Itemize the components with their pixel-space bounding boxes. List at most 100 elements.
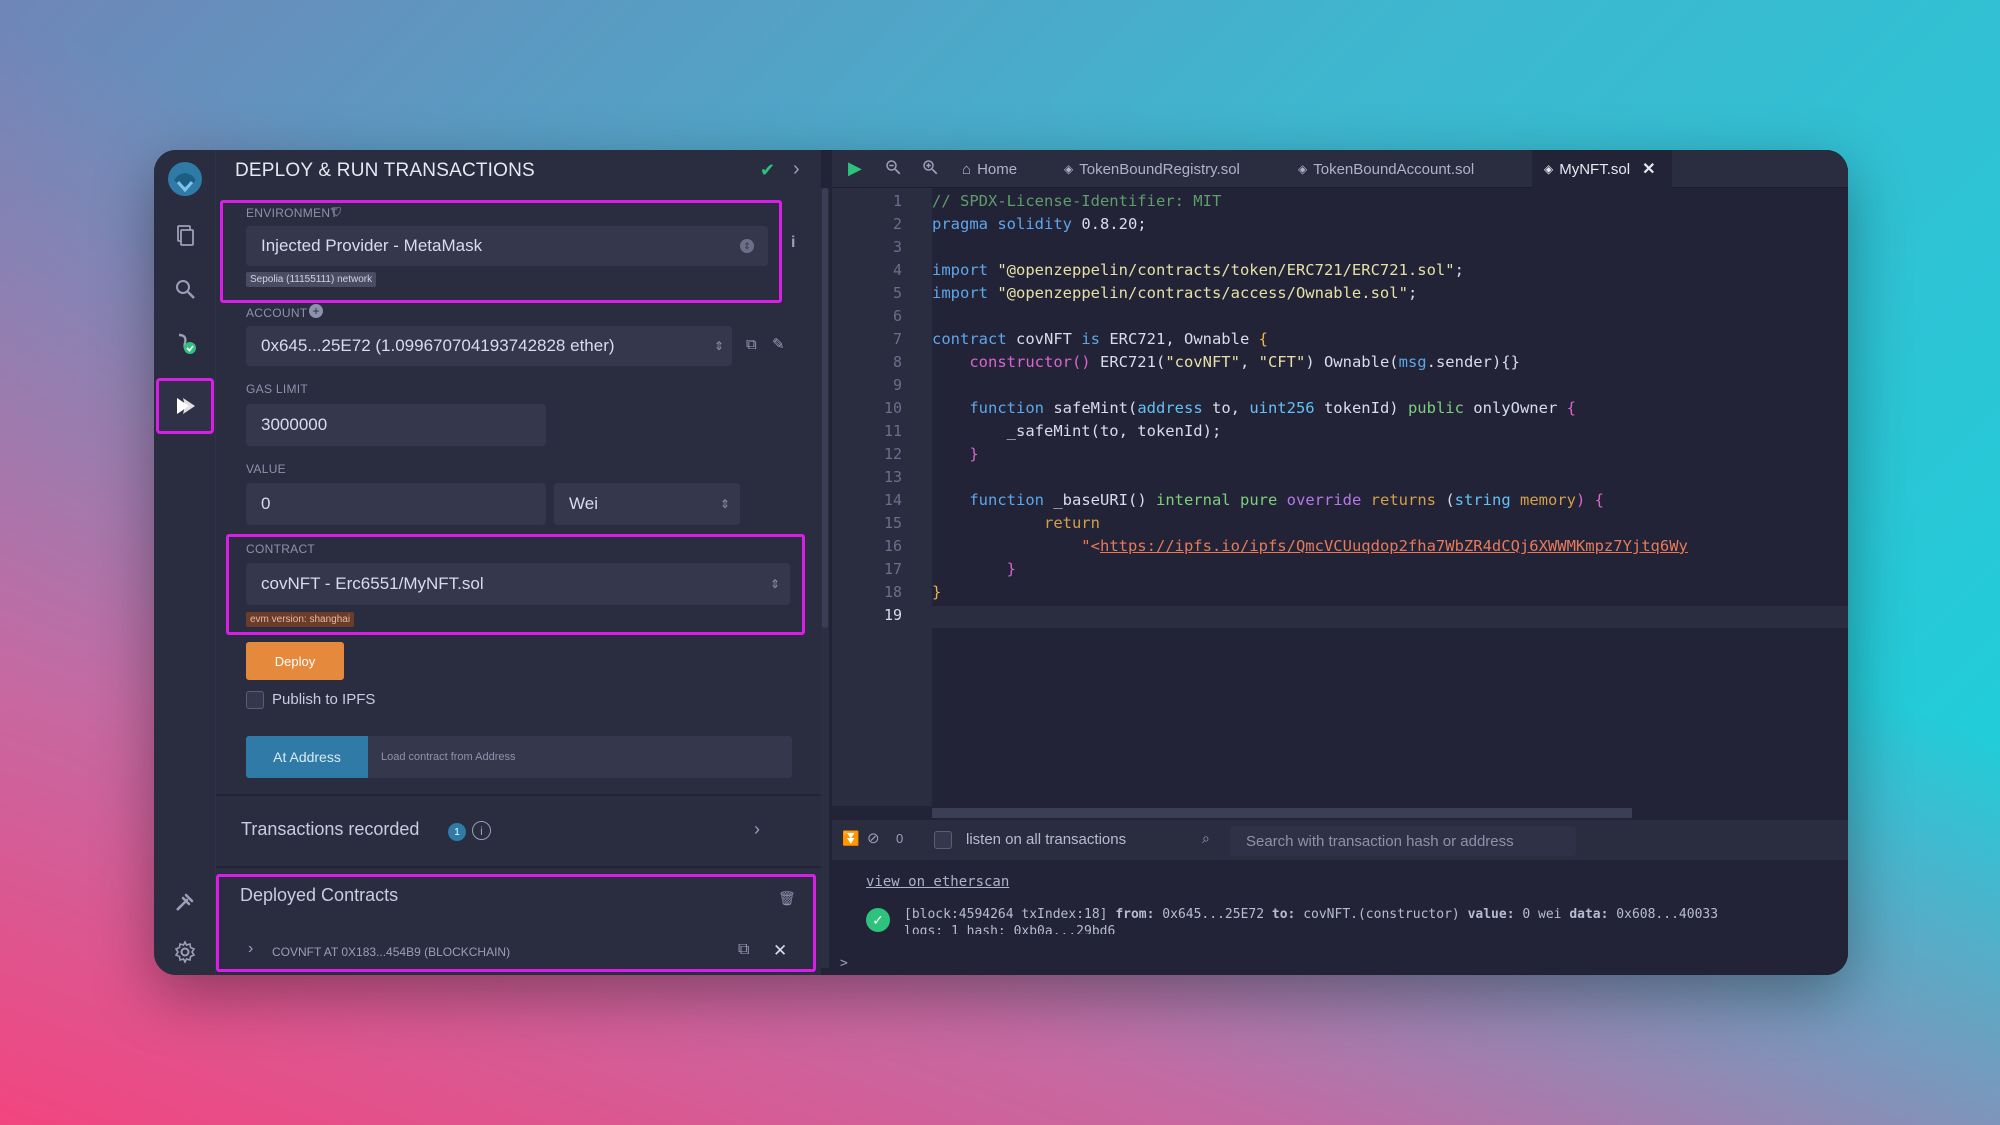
line-number: 5 xyxy=(892,284,902,302)
copy-icon[interactable]: ⧉ xyxy=(746,336,757,353)
line-number-gutter: 1 2 3 4 5 6 7 8 9 10 11 12 13 14 15 16 1… xyxy=(832,188,932,806)
panel-scrollbar[interactable] xyxy=(821,188,829,968)
evm-version-badge: evm version: shanghai xyxy=(246,612,355,627)
divider xyxy=(216,794,821,796)
listen-all-checkbox[interactable] xyxy=(934,831,952,849)
value-unit-value: Wei xyxy=(569,494,598,513)
panel-title: DEPLOY & RUN TRANSACTIONS xyxy=(235,160,535,181)
settings-gear-icon[interactable] xyxy=(168,935,202,969)
environment-value: Injected Provider - MetaMask xyxy=(261,236,483,255)
chevron-right-icon[interactable]: › xyxy=(754,819,760,840)
editor-tabs: ▶ ⌂ Home ◈ TokenBoundRegistry.sol ◈ Toke… xyxy=(832,150,1848,188)
home-icon: ⌂ xyxy=(962,160,972,178)
copy-icon[interactable]: ⧉ xyxy=(738,941,749,959)
line-number: 16 xyxy=(883,537,902,555)
line-number: 8 xyxy=(892,353,902,371)
solidity-file-icon: ◈ xyxy=(1064,162,1074,176)
line-number: 7 xyxy=(892,330,902,348)
line-number: 14 xyxy=(883,491,902,509)
tab-tokenboundaccount[interactable]: ◈ TokenBoundAccount.sol xyxy=(1298,150,1498,188)
environment-select[interactable]: Injected Provider - MetaMask ⇕ xyxy=(246,226,768,266)
remix-window: DEPLOY & RUN TRANSACTIONS ✔ › ENVIRONMEN… xyxy=(154,150,1848,975)
info-icon[interactable]: i xyxy=(472,821,491,840)
select-arrows-icon: ⇕ xyxy=(719,497,730,511)
line-number: 2 xyxy=(892,215,902,233)
code-line: contract covNFT is ERC721, Ownable { xyxy=(932,330,1268,348)
log-line: logs: 1 hash: 0xb0a...29bd6 xyxy=(904,924,1116,934)
line-number: 17 xyxy=(883,560,902,578)
line-number-current: 19 xyxy=(883,606,902,624)
deploy-run-icon[interactable] xyxy=(168,389,202,423)
gas-limit-input[interactable]: 3000000 xyxy=(246,404,546,446)
file-explorer-icon[interactable] xyxy=(168,218,202,252)
zoom-out-icon[interactable] xyxy=(884,158,902,181)
compiler-check-icon[interactable] xyxy=(168,326,202,360)
run-script-icon[interactable]: ▶ xyxy=(848,158,862,179)
select-arrows-icon: ⇕ xyxy=(769,577,780,591)
at-address-button[interactable]: At Address xyxy=(246,736,368,778)
load-contract-input[interactable]: Load contract from Address xyxy=(368,736,792,778)
add-account-icon[interactable]: + xyxy=(309,304,323,318)
contract-select[interactable]: covNFT - Erc6551/MyNFT.sol ⇕ xyxy=(246,563,790,605)
chevron-right-icon[interactable]: › xyxy=(248,940,253,958)
deployed-contracts-label: Deployed Contracts xyxy=(240,885,399,905)
search-icon[interactable] xyxy=(168,272,202,306)
value-input[interactable]: 0 xyxy=(246,483,546,525)
network-badge: Sepolia (11155111) network xyxy=(246,272,377,287)
code-editor[interactable]: // SPDX-License-Identifier: MIT pragma s… xyxy=(932,188,1848,806)
filter-icon[interactable]: ⛉ xyxy=(332,205,341,220)
tab-home[interactable]: ⌂ Home xyxy=(962,150,1042,188)
terminal-search-input[interactable]: Search with transaction hash or address xyxy=(1230,826,1576,856)
line-number: 6 xyxy=(892,307,902,325)
editor-area: ▶ ⌂ Home ◈ TokenBoundRegistry.sol ◈ Toke… xyxy=(832,150,1848,975)
transactions-recorded-label[interactable]: Transactions recorded xyxy=(241,819,419,840)
select-arrows-icon: ⇕ xyxy=(713,339,724,353)
close-tab-icon[interactable]: ✕ xyxy=(1642,159,1655,179)
code-line: "<https://ipfs.io/ipfs/QmcVCUuqdop2fha7W… xyxy=(932,537,1688,555)
tab-label: TokenBoundRegistry.sol xyxy=(1079,160,1240,178)
zoom-in-icon[interactable] xyxy=(921,158,939,181)
deployed-contract-item[interactable]: COVNFT AT 0X183...454B9 (BLOCKCHAIN) xyxy=(272,945,510,959)
clear-console-icon[interactable]: ⊘ xyxy=(867,829,880,847)
tab-mynft[interactable]: ◈ MyNFT.sol ✕ xyxy=(1532,150,1672,188)
code-line: } xyxy=(932,560,1016,578)
line-number: 12 xyxy=(883,445,902,463)
account-label: ACCOUNT xyxy=(246,306,308,320)
collapse-terminal-icon[interactable]: ⏬ xyxy=(842,830,859,847)
sign-edit-icon[interactable]: ✎ xyxy=(772,335,785,353)
etherscan-link[interactable]: view on etherscan xyxy=(866,874,1009,890)
solidity-file-icon: ◈ xyxy=(1544,162,1554,176)
trash-icon[interactable]: 🗑 xyxy=(778,890,796,907)
code-line: } xyxy=(932,445,979,463)
line-number: 11 xyxy=(883,422,902,440)
close-icon[interactable]: ✕ xyxy=(773,941,787,961)
line-number: 4 xyxy=(892,261,902,279)
account-select[interactable]: 0x645...25E72 (1.099670704193742828 ethe… xyxy=(246,326,732,366)
chevron-right-icon[interactable]: › xyxy=(793,158,800,181)
tab-label: Home xyxy=(977,160,1018,178)
contract-value: covNFT - Erc6551/MyNFT.sol xyxy=(261,574,484,593)
divider xyxy=(216,866,821,868)
deploy-run-panel: DEPLOY & RUN TRANSACTIONS ✔ › ENVIRONMEN… xyxy=(216,150,821,975)
listen-all-label: listen on all transactions xyxy=(966,831,1127,848)
value-unit-select[interactable]: Wei ⇕ xyxy=(554,483,740,525)
environment-label: ENVIRONMENT xyxy=(246,206,338,220)
code-line: function safeMint(address to, uint256 to… xyxy=(932,399,1576,417)
tab-tokenboundregistry[interactable]: ◈ TokenBoundRegistry.sol xyxy=(1064,150,1264,188)
code-line: } xyxy=(932,583,942,601)
tab-label: TokenBoundAccount.sol xyxy=(1313,160,1475,178)
deploy-button[interactable]: Deploy xyxy=(246,642,344,680)
publish-ipfs-checkbox[interactable] xyxy=(246,691,264,709)
checkmark-icon: ✔ xyxy=(760,160,776,180)
gas-limit-label: GAS LIMIT xyxy=(246,382,309,396)
info-icon[interactable]: i xyxy=(791,234,795,252)
code-line: import "@openzeppelin/contracts/access/O… xyxy=(932,284,1418,302)
plugin-manager-icon[interactable] xyxy=(168,885,202,919)
remix-logo-icon[interactable] xyxy=(166,160,204,198)
account-value: 0x645...25E72 (1.099670704193742828 ethe… xyxy=(261,336,615,355)
publish-ipfs-label: Publish to IPFS xyxy=(272,691,376,708)
editor-horizontal-scrollbar[interactable] xyxy=(932,806,1848,818)
search-icon: ⌕ xyxy=(1202,830,1210,846)
terminal-prompt[interactable]: > xyxy=(840,956,848,971)
terminal-toolbar: ⏬ ⊘ 0 listen on all transactions ⌕ Searc… xyxy=(832,820,1848,860)
